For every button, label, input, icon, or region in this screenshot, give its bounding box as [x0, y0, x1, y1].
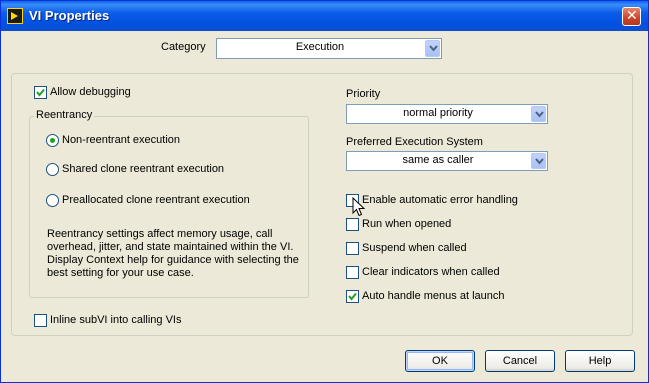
checkmark-icon [36, 88, 45, 97]
cancel-button[interactable]: Cancel [485, 350, 555, 372]
execution-system-value: same as caller [402, 154, 474, 166]
reentrancy-legend: Reentrancy [34, 109, 95, 121]
radio-preallocated-clone[interactable] [46, 194, 59, 207]
suspend-when-called-label: Suspend when called [362, 242, 467, 254]
radio-non-reentrant[interactable] [46, 134, 59, 147]
mouse-cursor-icon [352, 197, 365, 217]
category-dropdown[interactable]: Execution [216, 38, 442, 59]
allow-debugging-label: Allow debugging [50, 86, 131, 98]
auto-handle-menus-checkbox[interactable] [346, 290, 359, 303]
inline-subvi-label: Inline subVI into calling VIs [50, 314, 182, 326]
radio-shared-clone-label: Shared clone reentrant execution [62, 163, 225, 175]
chevron-down-icon[interactable] [531, 106, 546, 122]
execution-system-label: Preferred Execution System [346, 136, 483, 148]
chevron-down-icon[interactable] [425, 40, 440, 57]
close-button[interactable]: ✕ [622, 7, 641, 26]
priority-label: Priority [346, 88, 381, 100]
priority-dropdown[interactable]: normal priority [346, 104, 548, 124]
help-button[interactable]: Help [565, 350, 635, 372]
chevron-down-icon[interactable] [531, 153, 546, 169]
category-value: Execution [295, 41, 345, 53]
checkmark-icon [348, 292, 357, 301]
reentrancy-note: Reentrancy settings affect memory usage,… [47, 228, 299, 279]
enable-error-handling-label: Enable automatic error handling [362, 194, 518, 206]
labview-vi-icon [7, 8, 23, 24]
vi-properties-window: VI Properties ✕ Category Execution Allow… [0, 0, 649, 383]
run-when-opened-checkbox[interactable] [346, 218, 359, 231]
execution-system-dropdown[interactable]: same as caller [346, 151, 548, 171]
clear-indicators-checkbox[interactable] [346, 266, 359, 279]
radio-non-reentrant-label: Non-reentrant execution [62, 134, 181, 146]
category-label: Category [161, 41, 206, 53]
ok-button[interactable]: OK [405, 350, 475, 372]
radio-shared-clone[interactable] [46, 163, 59, 176]
close-icon: ✕ [626, 8, 638, 24]
title-bar[interactable]: VI Properties ✕ [1, 1, 648, 31]
priority-value: normal priority [403, 107, 473, 119]
allow-debugging-checkbox[interactable] [34, 86, 47, 99]
run-when-opened-label: Run when opened [362, 218, 452, 230]
radio-preallocated-clone-label: Preallocated clone reentrant execution [62, 194, 250, 206]
clear-indicators-label: Clear indicators when called [362, 266, 500, 278]
inline-subvi-checkbox[interactable] [34, 314, 47, 327]
auto-handle-menus-label: Auto handle menus at launch [362, 290, 505, 302]
window-title: VI Properties [29, 8, 110, 23]
suspend-when-called-checkbox[interactable] [346, 242, 359, 255]
